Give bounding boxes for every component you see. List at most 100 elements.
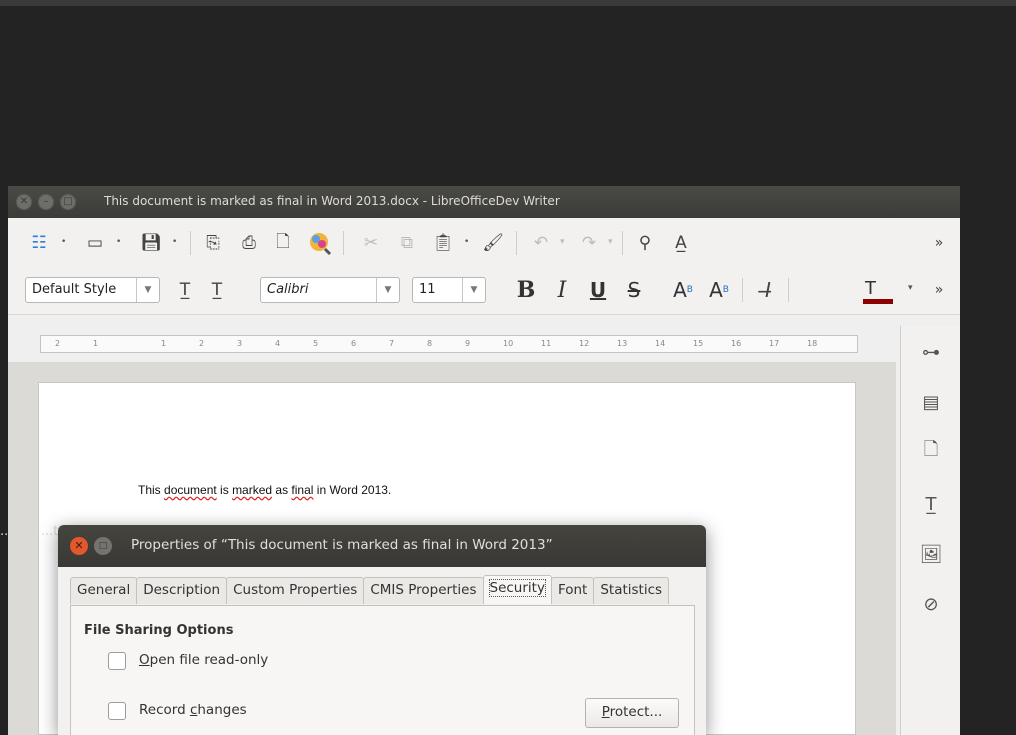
print-icon[interactable]: ⎙ (236, 231, 262, 255)
underline-button[interactable]: U (584, 276, 612, 304)
new-document-icon[interactable]: ☷ (26, 231, 52, 255)
ruler-tick: 9 (465, 339, 471, 348)
window-maximize-button[interactable]: □ (60, 194, 76, 210)
formatting-toolbar: Default Style ▼ T̲ T̲ Calibri ▼ 11 ▼ B I… (8, 268, 960, 315)
dialog-close-button[interactable]: ✕ (70, 537, 88, 555)
sidebar-settings-icon[interactable]: ⊶ (919, 340, 943, 364)
label-text: hanges (197, 702, 247, 718)
dialog-tabs: General Description Custom Properties CM… (70, 575, 670, 605)
sidebar-deck: ⊶ ▤ 🗋︎ T̲ 🖼︎ ⊘ (900, 326, 960, 735)
tab-security-label: Security (488, 579, 546, 597)
open-dropdown-arrow[interactable]: • (116, 237, 121, 247)
font-size-combobox[interactable]: 11 ▼ (412, 277, 486, 303)
update-style-icon[interactable]: T̲ (172, 278, 198, 302)
undo-icon[interactable]: ↶ (528, 231, 554, 255)
font-name-value: Calibri (267, 282, 309, 297)
chevron-down-icon[interactable]: ▼ (462, 278, 485, 302)
export-pdf-icon[interactable]: ⎘ (200, 231, 226, 255)
sidebar-navigator-icon[interactable]: ⊘ (919, 592, 943, 616)
accelerator-letter: P (601, 704, 610, 720)
print-preview-icon[interactable]: 🗋︎ (270, 231, 296, 255)
font-name-combobox[interactable]: Calibri ▼ (260, 277, 400, 303)
tab-statistics[interactable]: Statistics (593, 577, 670, 604)
paragraph-style-combobox[interactable]: Default Style ▼ (25, 277, 160, 303)
ruler-tick: 16 (731, 339, 742, 348)
record-changes-checkbox[interactable] (108, 702, 126, 720)
superscript-button[interactable]: AB (668, 276, 698, 304)
paragraph-style-value: Default Style (32, 282, 117, 297)
ruler-tick: 15 (693, 339, 704, 348)
cut-icon[interactable]: ✂ (358, 231, 384, 255)
toolbar-separator (788, 278, 789, 302)
clear-formatting-icon[interactable]: I̶ (754, 276, 782, 304)
chevron-down-icon[interactable]: ▼ (376, 278, 399, 302)
chevron-down-icon[interactable]: ▼ (136, 278, 159, 302)
toolbar-overflow-icon[interactable]: » (926, 231, 952, 255)
open-read-only-checkbox[interactable] (108, 652, 126, 670)
sidebar-properties-icon[interactable]: T̲ (919, 492, 943, 516)
paste-icon[interactable]: 📋︎ (430, 231, 456, 255)
record-changes-label[interactable]: Record changes (139, 702, 247, 718)
ruler-tick: 1 (161, 339, 167, 348)
font-color-dropdown-arrow[interactable]: ▾ (908, 283, 913, 293)
superscript-mark: B (686, 285, 693, 295)
tab-font[interactable]: Font (550, 577, 595, 604)
superscript-label: A (673, 278, 687, 302)
ruler-tick: 10 (503, 339, 514, 348)
text-run-misspelled: marked (232, 483, 273, 497)
window-titlebar: ✕ – □ This document is marked as final i… (8, 186, 960, 218)
new-style-icon[interactable]: T̲ (204, 278, 230, 302)
sidebar-gallery-icon[interactable]: 🖼︎ (919, 542, 943, 566)
standard-toolbar: ☷ • ▭ • 💾︎ • ⎘ ⎙ 🗋︎ ✂ ⧉ 📋︎ • 🖌︎ ↶ ▾ ↷ ▾ … (8, 218, 960, 268)
open-folder-icon[interactable]: ▭ (82, 231, 108, 255)
text-run: as (272, 483, 292, 497)
redo-dropdown-arrow[interactable]: ▾ (608, 237, 613, 247)
tab-description[interactable]: Description (136, 577, 228, 604)
bold-button[interactable]: B (512, 276, 540, 304)
text-run: in Word 2013. (313, 483, 392, 497)
protect-button[interactable]: Protect... (585, 698, 679, 728)
tab-custom-properties[interactable]: Custom Properties (226, 577, 365, 604)
document-text-line[interactable]: This document is marked as final in Word… (138, 483, 391, 497)
paste-dropdown-arrow[interactable]: • (464, 237, 469, 247)
undo-dropdown-arrow[interactable]: ▾ (560, 237, 565, 247)
toolbar-separator (516, 231, 517, 255)
strikethrough-button[interactable]: S (620, 276, 648, 304)
window-close-button[interactable]: ✕ (16, 194, 32, 210)
dialog-title: Properties of “This document is marked a… (131, 537, 553, 553)
ruler-tick: 8 (427, 339, 433, 348)
tab-general[interactable]: General (70, 577, 138, 604)
ruler-tick: 18 (807, 339, 818, 348)
save-icon[interactable]: 💾︎ (138, 231, 164, 255)
find-replace-icon[interactable]: ⚲ (632, 231, 658, 255)
toolbar-overflow-icon[interactable]: » (926, 278, 952, 302)
font-color-icon[interactable]: T (860, 276, 896, 306)
tab-security[interactable]: Security (482, 575, 552, 604)
window-minimize-button[interactable]: – (38, 194, 54, 210)
ruler-tick: 4 (275, 339, 281, 348)
italic-button[interactable]: I (548, 276, 576, 304)
text-run: is (216, 483, 233, 497)
text-run: This (138, 483, 165, 497)
sidebar-page-icon[interactable]: 🗋︎ (919, 439, 943, 464)
dialog-titlebar: ✕ □ Properties of “This document is mark… (58, 525, 706, 567)
toolbar-separator (622, 231, 623, 255)
save-dropdown-arrow[interactable]: • (172, 237, 177, 247)
sidebar-styles-icon[interactable]: ▤ (919, 390, 943, 414)
open-read-only-label[interactable]: Open file read-only (139, 652, 268, 668)
tab-cmis-properties[interactable]: CMIS Properties (363, 577, 484, 604)
spellcheck-icon[interactable] (304, 228, 334, 258)
new-dropdown-arrow[interactable]: • (61, 237, 66, 247)
label-text: pen file read-only (149, 652, 269, 668)
clone-formatting-icon[interactable]: 🖌︎ (480, 231, 506, 255)
dialog-maximize-button[interactable]: □ (94, 537, 112, 555)
copy-icon[interactable]: ⧉ (394, 231, 420, 255)
redo-icon[interactable]: ↷ (576, 231, 602, 255)
subscript-button[interactable]: AB (704, 276, 734, 304)
text-attributes-icon[interactable]: A̲ (668, 231, 694, 255)
button-label: rotect... (609, 704, 663, 720)
ruler-tick: 6 (351, 339, 357, 348)
horizontal-ruler[interactable]: 2 1 1 2 3 4 5 6 7 8 9 10 11 12 13 14 15 … (40, 335, 858, 353)
ruler-tick: 7 (389, 339, 395, 348)
ruler-tick: 17 (769, 339, 780, 348)
